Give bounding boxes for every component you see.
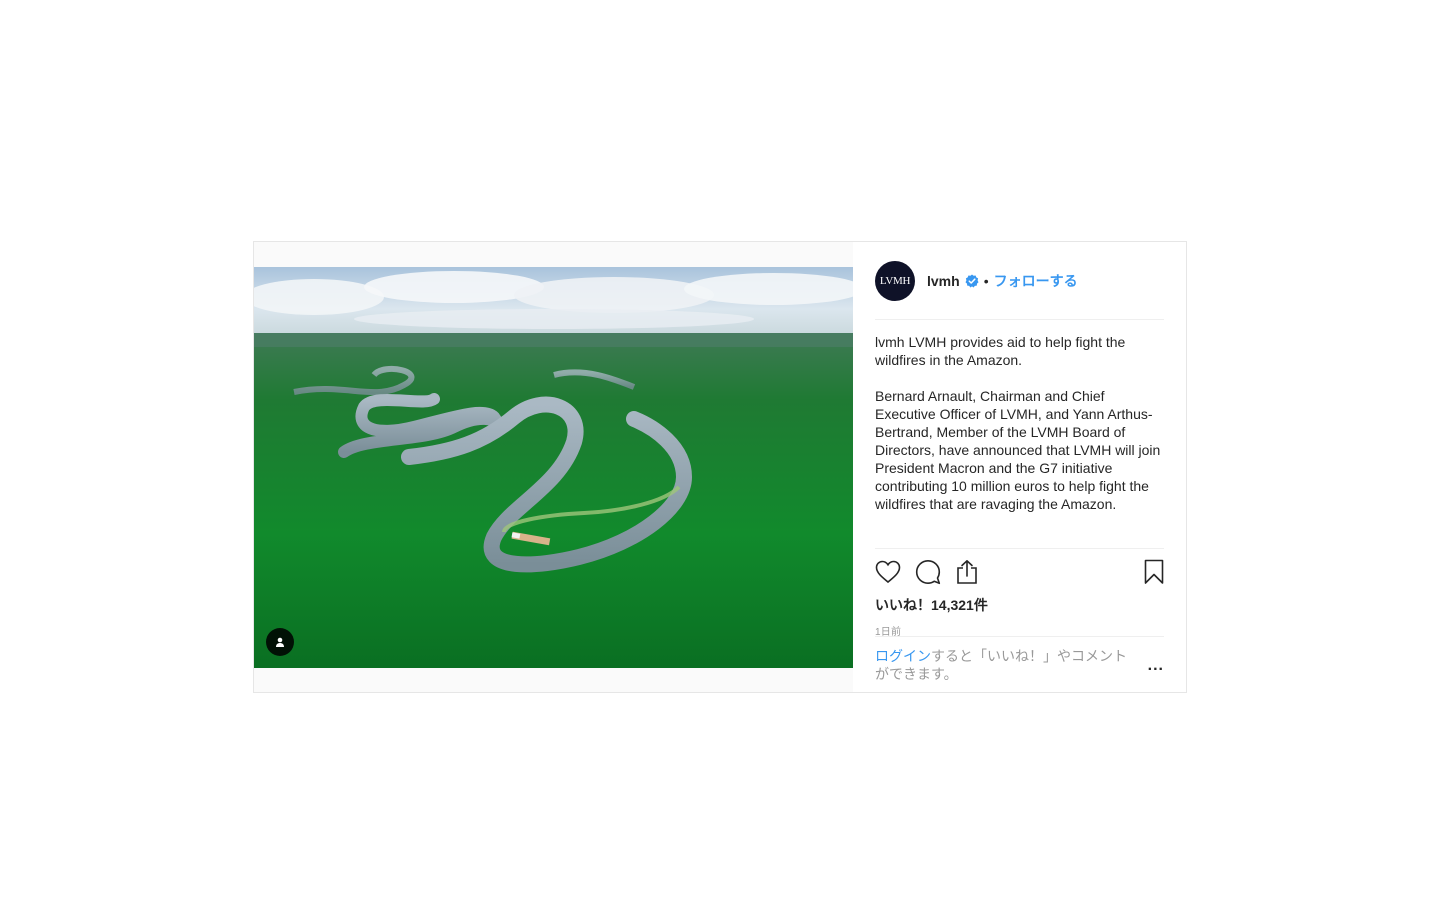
- follow-button[interactable]: フォローする: [994, 271, 1078, 291]
- caption-paragraph-1: lvmh LVMH provides aid to help fight the…: [875, 333, 1164, 369]
- user-tag-icon[interactable]: [266, 628, 294, 656]
- bookmark-icon[interactable]: [1140, 552, 1164, 592]
- post-sidebar: LVMH lvmh • フォローする lvmh LVMH provides ai…: [853, 242, 1186, 692]
- post-card: LVMH lvmh • フォローする lvmh LVMH provides ai…: [253, 241, 1187, 693]
- post-photo[interactable]: [254, 267, 853, 668]
- login-message: ログインすると「いいね！」やコメントができます。: [875, 647, 1133, 683]
- post-media: [254, 242, 853, 692]
- caption-username[interactable]: lvmh: [875, 334, 905, 350]
- verified-badge-icon: [965, 274, 979, 288]
- share-icon[interactable]: [955, 552, 995, 592]
- likes-count[interactable]: いいね！14,321件: [875, 595, 1164, 615]
- separator-dot: •: [983, 272, 989, 289]
- avatar-text: LVMH: [879, 274, 911, 287]
- login-prompt: ログインすると「いいね！」やコメントができます。 ...: [875, 636, 1164, 683]
- login-link[interactable]: ログイン: [875, 648, 931, 664]
- username-link[interactable]: lvmh: [927, 273, 960, 289]
- post-caption: lvmh LVMH provides aid to help fight the…: [875, 320, 1164, 549]
- post-header: LVMH lvmh • フォローする: [875, 242, 1164, 320]
- caption-text-1: LVMH provides aid to help fight the wild…: [875, 334, 1126, 368]
- action-bar: [875, 549, 1164, 593]
- heart-icon[interactable]: [875, 552, 915, 592]
- caption-paragraph-2: Bernard Arnault, Chairman and Chief Exec…: [875, 388, 1161, 512]
- more-options-button[interactable]: ...: [1148, 657, 1164, 683]
- avatar[interactable]: LVMH: [875, 260, 915, 301]
- comment-icon[interactable]: [915, 552, 955, 592]
